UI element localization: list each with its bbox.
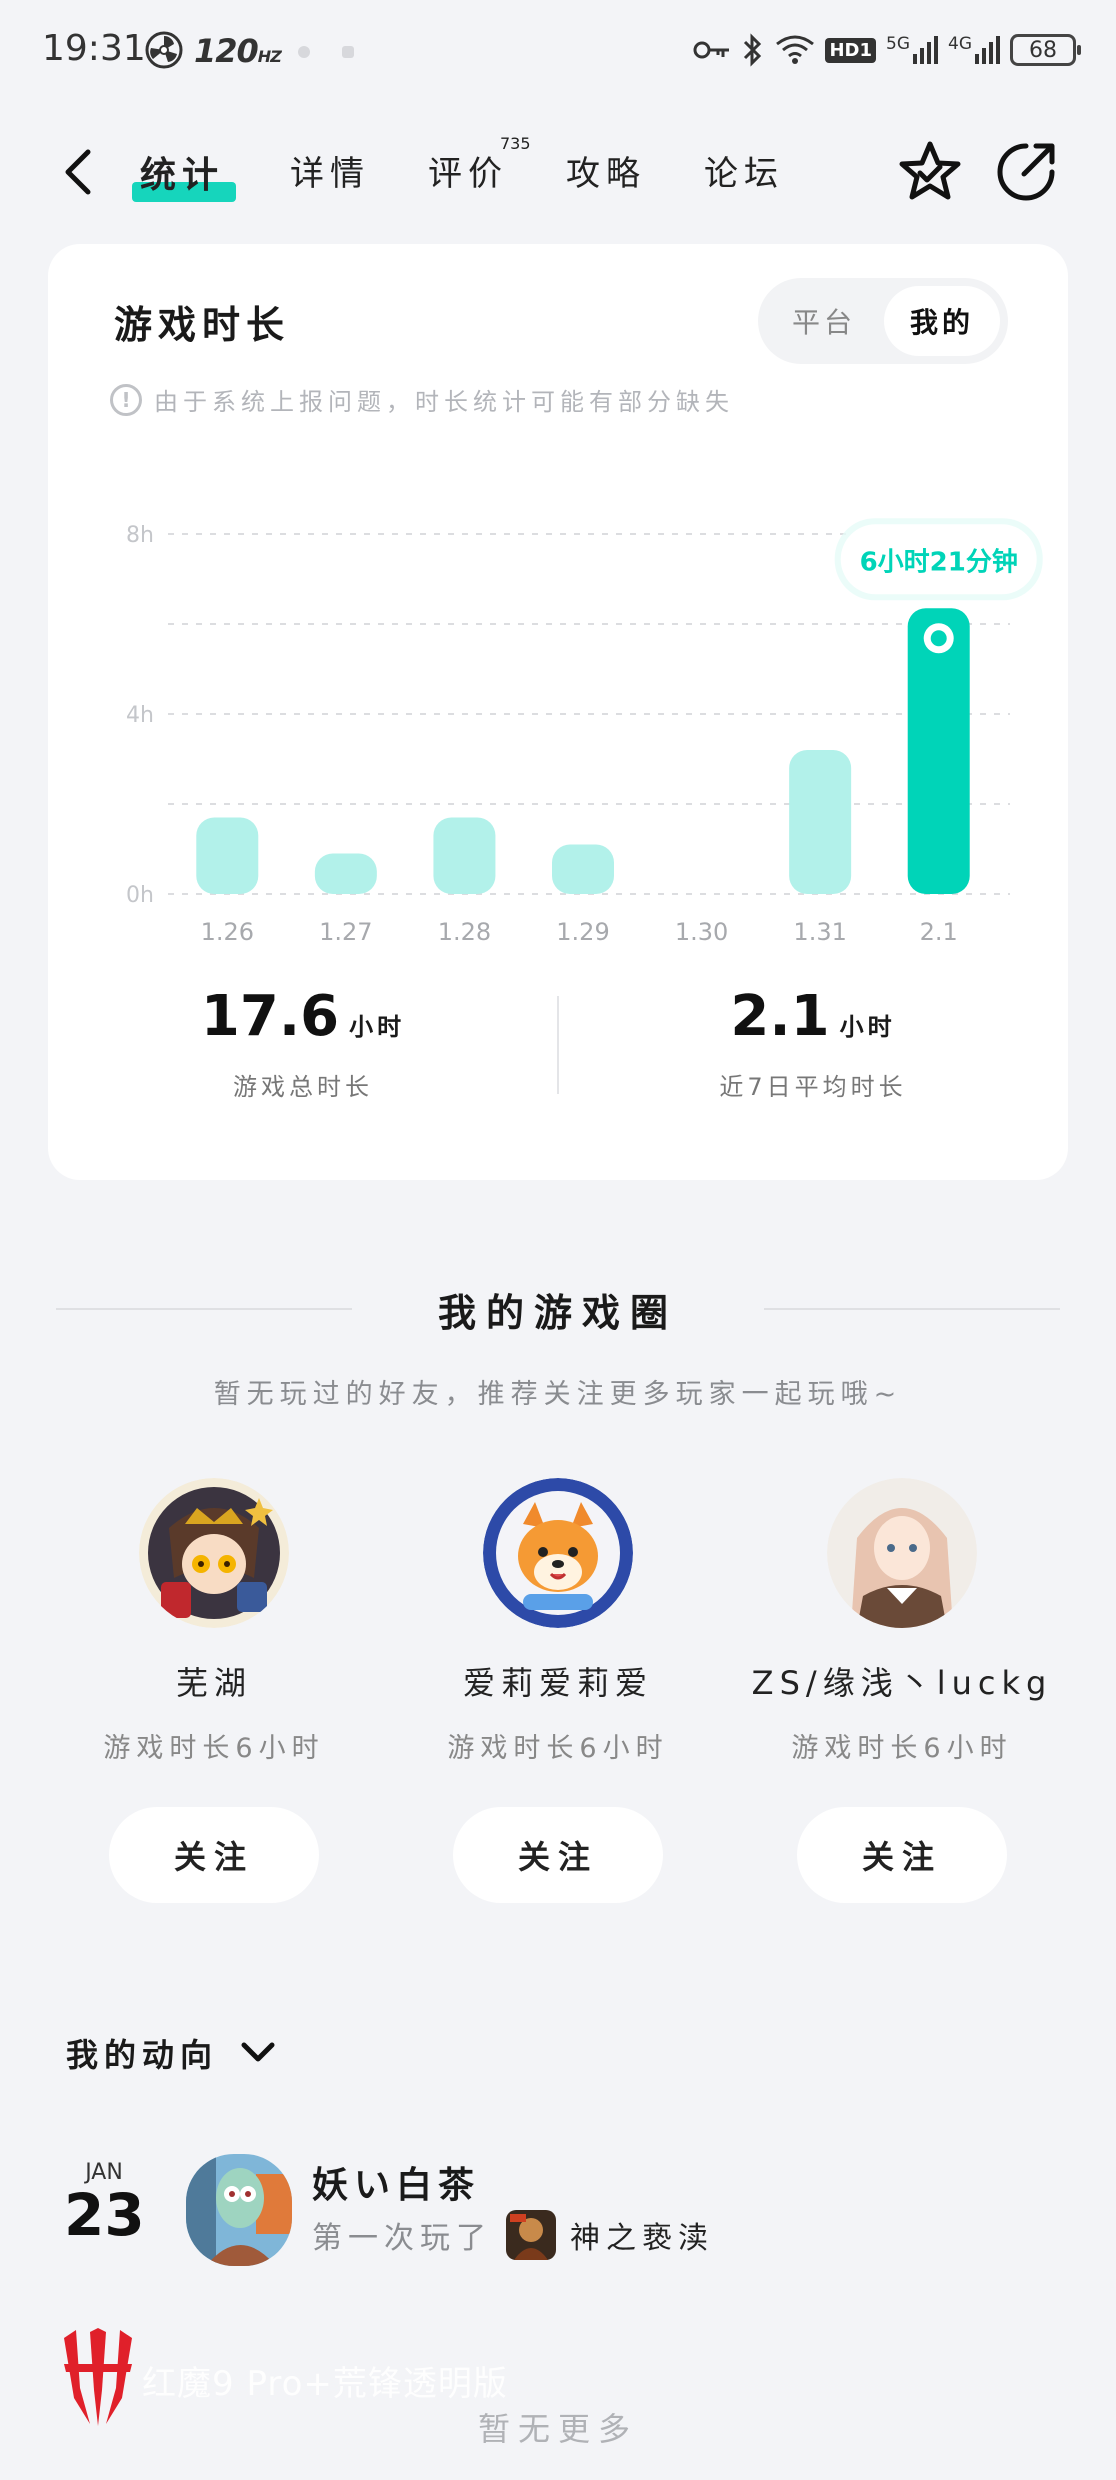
x-tick-label: 2.1 bbox=[920, 918, 958, 944]
follow-button[interactable]: 关注 bbox=[797, 1807, 1007, 1903]
tab-guides[interactable]: 攻略 bbox=[566, 146, 646, 195]
avg-time-stat: 2.1 小时 近7日平均时长 bbox=[558, 984, 1068, 1102]
friend-card: ZS/缘浅丶luckg 游戏时长6小时 关注 bbox=[730, 1478, 1074, 1903]
signal-icon: 4G bbox=[948, 36, 1000, 64]
hd-badge: HD1 bbox=[825, 37, 876, 63]
signal-icon: 5G bbox=[886, 36, 938, 64]
circle-title: 我的游戏圈 bbox=[437, 1291, 678, 1335]
activity-day: 23 bbox=[64, 2181, 145, 2249]
share-icon[interactable] bbox=[992, 138, 1060, 206]
friend-play-time: 游戏时长6小时 bbox=[447, 1733, 669, 1764]
refresh-rate: 120HZ bbox=[194, 32, 282, 70]
data-notice: ! 由于系统上报问题，时长统计可能有部分缺失 bbox=[110, 382, 734, 417]
x-tick-label: 1.26 bbox=[201, 918, 254, 944]
source-toggle: 平台 我的 bbox=[758, 278, 1008, 364]
chart-bar bbox=[314, 853, 377, 894]
activity-description: 第一次玩了 神之亵渎 bbox=[312, 2210, 714, 2260]
x-tick-label: 1.30 bbox=[675, 918, 728, 944]
status-icons: HD1 5G 4G 68 bbox=[693, 28, 1081, 72]
activity-dropdown[interactable]: 我的动向 bbox=[66, 2030, 276, 2076]
avg-time-label: 近7日平均时长 bbox=[719, 1073, 907, 1101]
friend-card: 芜湖 游戏时长6小时 关注 bbox=[42, 1478, 386, 1903]
game-icon[interactable] bbox=[506, 2210, 556, 2260]
y-tick-label: 0h bbox=[126, 883, 154, 908]
activity-text: 第一次玩了 bbox=[312, 2221, 492, 2256]
back-icon[interactable] bbox=[60, 148, 100, 196]
follow-button[interactable]: 关注 bbox=[109, 1807, 319, 1903]
status-time: 19:31 bbox=[42, 28, 146, 69]
activity-username[interactable]: 妖い白茶 bbox=[312, 2156, 480, 2208]
chart-bar bbox=[789, 750, 852, 894]
friend-card: 爱莉爱莉爱 游戏时长6小时 关注 bbox=[386, 1478, 730, 1903]
toggle-platform[interactable]: 平台 bbox=[766, 286, 882, 356]
avg-time-unit: 小时 bbox=[839, 1013, 896, 1041]
friend-name: ZS/缘浅丶luckg bbox=[751, 1664, 1053, 1702]
activity-title: 我的动向 bbox=[66, 2036, 219, 2074]
avatar[interactable] bbox=[139, 1478, 289, 1628]
battery-icon: 68 bbox=[1010, 34, 1081, 66]
circle-subtitle: 暂无玩过的好友，推荐关注更多玩家一起玩哦~ bbox=[213, 1379, 903, 1410]
total-time-unit: 小时 bbox=[349, 1013, 406, 1041]
notification-dot bbox=[298, 46, 310, 58]
friend-play-time: 游戏时长6小时 bbox=[103, 1733, 325, 1764]
x-tick-label: 1.31 bbox=[793, 918, 846, 944]
total-time-stat: 17.6 小时 游戏总时长 bbox=[48, 984, 558, 1102]
fan-icon bbox=[145, 31, 183, 69]
time-stats: 17.6 小时 游戏总时长 2.1 小时 近7日平均时长 bbox=[48, 984, 1068, 1124]
y-tick-label: 8h bbox=[126, 523, 154, 548]
activity-game-name[interactable]: 神之亵渎 bbox=[570, 2213, 714, 2257]
chart-bar bbox=[433, 817, 496, 894]
activity-date: JAN 23 bbox=[64, 2160, 145, 2249]
tab-reviews[interactable]: 评价 bbox=[428, 146, 508, 195]
avatar[interactable] bbox=[186, 2154, 292, 2266]
toggle-mine[interactable]: 我的 bbox=[884, 286, 1000, 356]
reviews-count-badge: 735 bbox=[500, 134, 531, 153]
notice-text: 由于系统上报问题，时长统计可能有部分缺失 bbox=[154, 388, 734, 416]
favorite-star-icon[interactable] bbox=[896, 138, 964, 206]
bluetooth-icon bbox=[744, 33, 762, 67]
friend-play-time: 游戏时长6小时 bbox=[791, 1733, 1013, 1764]
card-title: 游戏时长 bbox=[114, 303, 291, 347]
device-watermark: 红魔9 Pro+荒锋透明版 bbox=[142, 2364, 508, 2404]
tab-stats[interactable]: 统计 bbox=[140, 146, 224, 198]
top-nav: 统计 详情 评价 735 攻略 论坛 bbox=[0, 120, 1116, 220]
bar-marker-dot bbox=[930, 630, 947, 647]
key-icon bbox=[693, 41, 730, 59]
friend-name: 芜湖 bbox=[175, 1664, 252, 1702]
game-time-card: 游戏时长 平台 我的 ! 由于系统上报问题，时长统计可能有部分缺失 0h 4h 8h… bbox=[48, 244, 1068, 1180]
avg-time-value: 2.1 bbox=[730, 984, 830, 1049]
follow-button[interactable]: 关注 bbox=[453, 1807, 663, 1903]
y-tick-label: 4h bbox=[126, 703, 154, 728]
total-time-label: 游戏总时长 bbox=[233, 1073, 373, 1101]
x-tick-label: 1.28 bbox=[438, 918, 491, 944]
game-time-chart: 0h 4h 8h 1.26 1.27 1.28 1.29 1.30 1.31 6小时21分钟 2.1 bbox=[126, 518, 1043, 944]
info-icon: ! bbox=[110, 383, 142, 416]
friend-name: 爱莉爱莉爱 bbox=[462, 1664, 653, 1702]
tooltip-text: 6小时21分钟 bbox=[860, 546, 1018, 577]
chart-bar bbox=[552, 844, 614, 894]
tab-details[interactable]: 详情 bbox=[290, 146, 370, 195]
no-more-text: 暂无更多 bbox=[477, 2410, 638, 2448]
tab-forum[interactable]: 论坛 bbox=[704, 146, 784, 195]
wifi-icon bbox=[776, 35, 815, 64]
chart-bar bbox=[196, 817, 259, 894]
x-tick-label: 1.29 bbox=[556, 918, 609, 944]
total-time-value: 17.6 bbox=[200, 984, 340, 1049]
chevron-down-icon bbox=[241, 2042, 275, 2062]
x-tick-label: 1.27 bbox=[319, 918, 372, 944]
notification-dot bbox=[342, 46, 354, 58]
avatar[interactable] bbox=[483, 1478, 633, 1628]
avatar[interactable] bbox=[827, 1478, 977, 1628]
status-bar: 19:31 120HZ HD1 5G 4G 68 bbox=[0, 0, 1116, 100]
